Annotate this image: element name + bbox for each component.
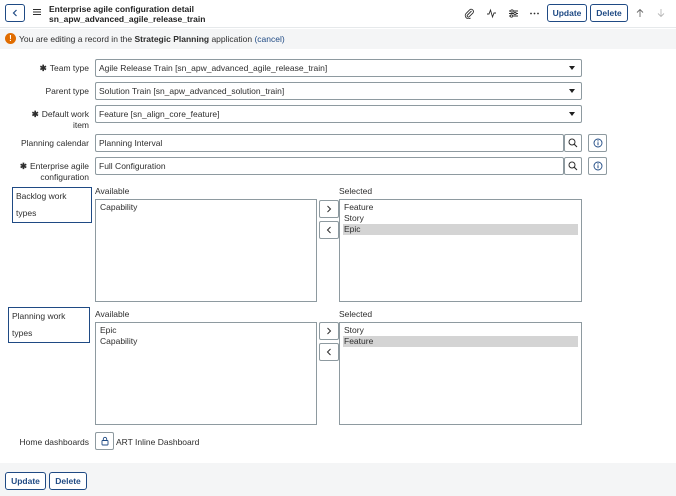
chevron-down-icon xyxy=(569,89,575,93)
title-table-name: sn_apw_advanced_agile_release_train xyxy=(49,14,206,24)
notice-suffix: application xyxy=(209,34,255,44)
parent-type-select[interactable]: Solution Train [sn_apw_advanced_solution… xyxy=(95,82,582,100)
list-item[interactable]: Capability xyxy=(99,336,313,347)
required-icon: ✱ xyxy=(31,109,39,119)
record-form: ✱ Team type Agile Release Train [sn_apw_a… xyxy=(0,49,676,463)
required-icon: ✱ xyxy=(19,161,27,171)
chevron-down-icon xyxy=(569,112,575,116)
edit-notice-bar: ! You are editing a record in the Strate… xyxy=(0,29,676,49)
default-work-item-select[interactable]: Feature [sn_align_core_feature] xyxy=(95,105,582,123)
notice-prefix: You are editing a record in the xyxy=(19,34,135,44)
backlog-remove-button[interactable] xyxy=(319,221,339,239)
footer-delete-button[interactable]: Delete xyxy=(49,472,87,490)
team-type-value: Agile Release Train [sn_apw_advanced_agi… xyxy=(99,63,328,73)
planning-available-list[interactable]: Epic Capability xyxy=(95,322,317,425)
back-button[interactable] xyxy=(5,4,25,22)
edit-notice-text: You are editing a record in the Strategi… xyxy=(19,34,285,44)
parent-type-label: Parent type xyxy=(45,86,89,96)
backlog-work-types-label: Backlog work types xyxy=(12,187,92,223)
team-type-select[interactable]: Agile Release Train [sn_apw_advanced_agi… xyxy=(95,59,582,77)
planning-calendar-label: Planning calendar xyxy=(20,138,89,148)
list-item[interactable]: Capability xyxy=(99,202,313,213)
chevron-right-icon xyxy=(327,327,332,335)
chevron-right-icon xyxy=(327,205,332,213)
enterprise-agile-configuration-input[interactable]: Full Configuration xyxy=(95,157,564,175)
default-work-item-value: Feature [sn_align_core_feature] xyxy=(99,109,220,119)
planning-work-types-label: Planning work types xyxy=(8,307,90,343)
required-icon: ✱ xyxy=(39,63,47,73)
notice-app-name: Strategic Planning xyxy=(134,34,210,44)
list-item[interactable]: Epic xyxy=(99,325,313,336)
list-item[interactable]: Feature xyxy=(343,202,578,213)
list-item[interactable]: Story xyxy=(343,213,578,224)
home-dashboards-lock-button[interactable] xyxy=(95,432,114,450)
planning-remove-button[interactable] xyxy=(319,343,339,361)
enterprise-agile-label-line1: Enterprise agile xyxy=(29,161,89,171)
info-icon xyxy=(593,161,602,171)
backlog-available-header: Available xyxy=(95,186,130,196)
warning-icon: ! xyxy=(5,33,16,44)
search-icon xyxy=(568,138,578,148)
planning-selected-header: Selected xyxy=(339,309,373,319)
enterprise-agile-label-line2: configuration xyxy=(40,172,89,182)
enterprise-agile-configuration-label: ✱ Enterprise agile configuration xyxy=(20,161,89,183)
settings-sliders-icon[interactable] xyxy=(507,7,519,19)
backlog-add-button[interactable] xyxy=(319,200,339,218)
backlog-selected-header: Selected xyxy=(339,186,373,196)
planning-calendar-input[interactable]: Planning Interval xyxy=(95,134,564,152)
list-item-selected[interactable]: Feature xyxy=(343,336,578,347)
arrow-up-icon[interactable] xyxy=(634,7,646,19)
back-icon xyxy=(12,9,17,17)
lock-icon xyxy=(101,436,108,446)
team-type-label: ✱ Team type xyxy=(40,63,89,74)
title-line: Enterprise agile configuration detail xyxy=(49,4,194,14)
update-button[interactable]: Update xyxy=(547,4,587,22)
chevron-left-icon xyxy=(326,226,331,234)
form-footer: Update Delete xyxy=(0,463,676,496)
arrow-down-icon[interactable] xyxy=(655,7,667,19)
enterprise-agile-lookup-button[interactable] xyxy=(564,157,582,175)
backlog-selected-list[interactable]: Feature Story Epic xyxy=(339,199,582,302)
default-work-item-label-line2: item xyxy=(72,120,89,130)
planning-calendar-info-button[interactable] xyxy=(588,134,607,152)
info-icon xyxy=(593,138,602,148)
default-work-item-label: ✱ Default work item xyxy=(32,109,89,131)
default-work-item-label-line1: Default work xyxy=(41,109,89,119)
chevron-left-icon xyxy=(326,348,331,356)
cancel-link[interactable]: (cancel) xyxy=(254,34,284,44)
team-type-label-text: Team type xyxy=(49,63,89,73)
page-title: Enterprise agile configuration detail sn… xyxy=(49,4,205,24)
backlog-available-list[interactable]: Capability xyxy=(95,199,317,302)
planning-available-header: Available xyxy=(95,309,130,319)
form-header: Enterprise agile configuration detail sn… xyxy=(0,0,676,28)
planning-add-button[interactable] xyxy=(319,322,339,340)
home-dashboards-value: ART Inline Dashboard xyxy=(116,437,200,447)
search-icon xyxy=(568,161,578,171)
planning-calendar-lookup-button[interactable] xyxy=(564,134,582,152)
parent-type-value: Solution Train [sn_apw_advanced_solution… xyxy=(99,86,285,96)
footer-update-button[interactable]: Update xyxy=(5,472,46,490)
chevron-down-icon xyxy=(569,66,575,70)
list-item[interactable]: Story xyxy=(343,325,578,336)
activity-icon[interactable] xyxy=(485,7,497,19)
home-dashboards-label: Home dashboards xyxy=(19,437,89,447)
list-item-selected[interactable]: Epic xyxy=(343,224,578,235)
enterprise-agile-info-button[interactable] xyxy=(588,157,607,175)
planning-selected-list[interactable]: Story Feature xyxy=(339,322,582,425)
delete-button[interactable]: Delete xyxy=(590,4,628,22)
paperclip-icon[interactable] xyxy=(463,7,475,19)
more-icon[interactable] xyxy=(528,7,540,19)
menu-icon[interactable] xyxy=(33,8,41,16)
